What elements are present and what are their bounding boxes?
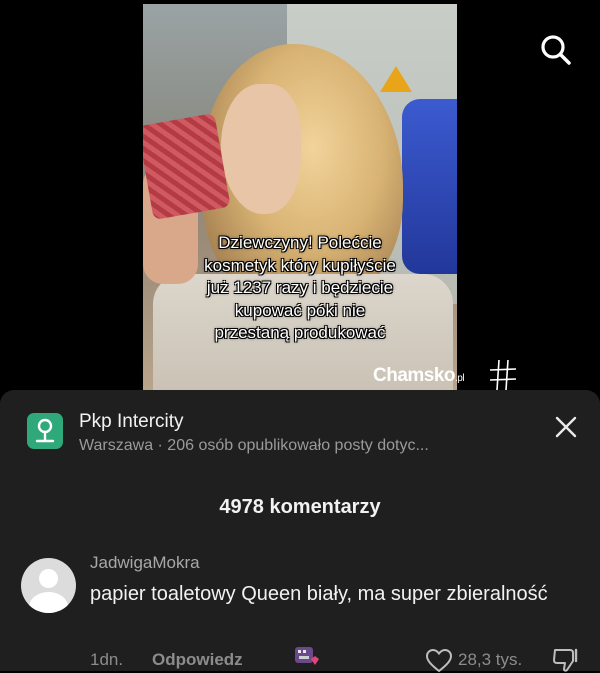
avatar-head bbox=[39, 569, 58, 588]
hash-icon bbox=[489, 359, 517, 391]
location-pin-icon bbox=[35, 418, 55, 443]
caption-line: Dziewczyny! Polećcie bbox=[218, 233, 382, 252]
search-icon bbox=[541, 35, 571, 65]
watermark-suffix: .pl bbox=[455, 373, 465, 384]
sticker-icon[interactable] bbox=[291, 645, 323, 671]
watermark-brand: Chamsko bbox=[373, 365, 456, 386]
caption-line: kupować póki nie bbox=[234, 300, 366, 320]
video-caption: Dziewczyny! Polećcie kosmetyk który kupi… bbox=[143, 232, 457, 345]
caption-line: kosmetyk który kupiłyście bbox=[204, 255, 396, 275]
location-subtitle: Warszawa · 206 osób opublikowało posty d… bbox=[79, 437, 429, 454]
like-count: 28,3 tys. bbox=[458, 650, 523, 669]
comment-time: 1dn. bbox=[90, 650, 124, 669]
comments-sheet: Pkp Intercity Warszawa · 206 osób opubli… bbox=[0, 390, 600, 673]
caption-line: przestaną produkować bbox=[214, 323, 386, 342]
close-button[interactable] bbox=[554, 415, 578, 439]
search-button[interactable] bbox=[538, 32, 574, 68]
video-frame[interactable]: Dziewczyny! Polećcie kosmetyk który kupi… bbox=[143, 4, 457, 390]
warning-sign-icon bbox=[380, 66, 412, 92]
avatar[interactable] bbox=[21, 558, 76, 613]
heart-icon[interactable] bbox=[426, 649, 452, 673]
reply-button[interactable]: Odpowiedz bbox=[152, 650, 243, 670]
avatar-torso bbox=[29, 592, 68, 613]
watermark: Chamsko.pl bbox=[373, 365, 465, 387]
location-title[interactable]: Pkp Intercity bbox=[79, 411, 184, 433]
comment-username[interactable]: JadwigaMokra bbox=[90, 553, 200, 573]
close-icon bbox=[555, 416, 577, 438]
location-badge[interactable] bbox=[27, 413, 63, 449]
comments-count: 4978 komentarzy bbox=[219, 496, 381, 518]
dislike-icon[interactable] bbox=[552, 647, 580, 673]
caption-line: już 1237 razy i będziecie bbox=[206, 278, 394, 297]
comment-text: papier toaletowy Queen biały, ma super z… bbox=[90, 583, 548, 605]
person-face bbox=[221, 84, 301, 214]
